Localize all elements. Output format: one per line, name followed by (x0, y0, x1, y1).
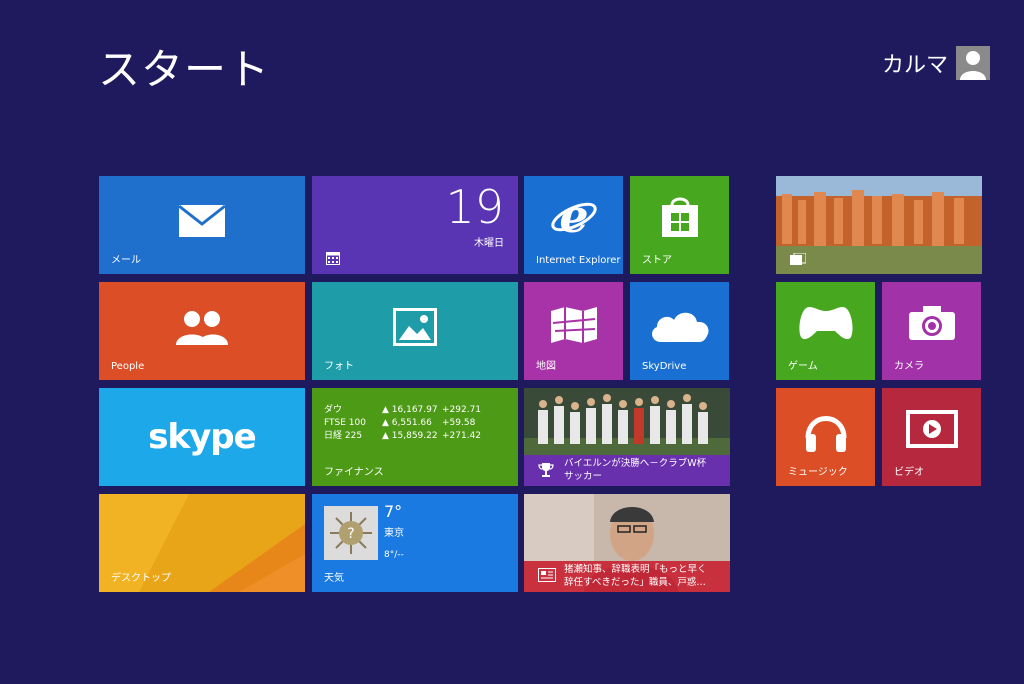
tile-people[interactable]: People (99, 282, 305, 380)
tile-calendar[interactable]: 19 木曜日 (312, 176, 518, 274)
store-bag-icon (661, 197, 698, 238)
tile-store[interactable]: ストア (630, 176, 729, 274)
picture-icon (393, 308, 437, 347)
calendar-icon (326, 252, 340, 265)
user-name: カルマ (881, 53, 948, 78)
tile-photo[interactable]: フォト (312, 282, 518, 380)
sports-headline-band: バイエルンが決勝へ－クラブW杯 サッカー (524, 455, 730, 486)
photos-icon (790, 253, 806, 265)
trophy-icon (538, 463, 554, 477)
sports-headline-line: バイエルンが決勝へ－クラブW杯 (564, 458, 707, 469)
news-headline-line: 猪瀬知事、辞職表明「もっと早く (564, 564, 707, 575)
weather-city: 東京 (384, 528, 404, 539)
finance-index-change: +59.58 (442, 418, 476, 428)
ie-logo: e (550, 194, 597, 240)
tile-weather[interactable]: ? 7° 東京 8°/-- 天気 (312, 494, 518, 592)
tile-map[interactable]: 地図 (524, 282, 623, 380)
finance-table: ダウ ▲ 16,167.97 +292.71 FTSE 100 ▲ 6,551.… (324, 404, 481, 443)
headphones-icon (805, 416, 846, 453)
finance-row: ダウ ▲ 16,167.97 +292.71 (324, 404, 481, 417)
calendar-day: 19 (445, 180, 504, 234)
weather-temperature: 7° (384, 502, 403, 521)
finance-index-change: +271.42 (442, 431, 482, 441)
finance-index-change: +292.71 (442, 405, 482, 415)
page-title: スタート (98, 45, 271, 94)
finance-index-name: ダウ (324, 405, 343, 415)
news-headline: 猪瀬知事、辞職表明「もっと早く 辞任すべきだった」職員、戸惑… (564, 564, 724, 589)
tile-internet-explorer[interactable]: e Internet Explorer (524, 176, 623, 274)
tile-skype[interactable]: skype (99, 388, 305, 486)
tile-label: ストア (642, 255, 672, 266)
tile-finance[interactable]: ダウ ▲ 16,167.97 +292.71 FTSE 100 ▲ 6,551.… (312, 388, 518, 486)
people-icon (176, 311, 228, 346)
svg-text:e: e (559, 194, 588, 240)
tile-sports[interactable]: バイエルンが決勝へ－クラブW杯 サッカー (524, 388, 730, 486)
map-icon (550, 307, 597, 344)
tile-camera[interactable]: カメラ (882, 282, 981, 380)
tile-label: デスクトップ (111, 573, 171, 584)
finance-index-value: ▲ 15,859.22 (382, 431, 438, 441)
sports-headline: バイエルンが決勝へ－クラブW杯 サッカー (564, 458, 724, 483)
tile-label: Internet Explorer (536, 255, 621, 266)
tile-video[interactable]: ビデオ (882, 388, 981, 486)
tile-skydrive[interactable]: SkyDrive (630, 282, 729, 380)
weather-condition-image: ? (324, 506, 378, 560)
svg-text:?: ? (347, 526, 354, 542)
tile-news[interactable]: 猪瀬知事、辞職表明「もっと早く 辞任すべきだった」職員、戸惑… (524, 494, 730, 592)
finance-index-name: FTSE 100 (324, 418, 366, 428)
gamepad-icon (798, 307, 853, 340)
cloud-icon (651, 312, 709, 343)
weather-sun-icon: ? (324, 506, 378, 560)
tile-game[interactable]: ゲーム (776, 282, 875, 380)
tile-desktop[interactable]: デスクトップ (99, 494, 305, 592)
tile-label: 天気 (324, 573, 344, 584)
canyon-photo (776, 176, 982, 274)
finance-row: FTSE 100 ▲ 6,551.66 +59.58 (324, 417, 481, 430)
tile-label: 地図 (536, 361, 556, 372)
finance-index-name: 日経 225 (324, 431, 363, 441)
tile-label: ビデオ (894, 467, 924, 478)
weather-range: 8°/-- (384, 550, 404, 560)
tile-mail[interactable]: メール (99, 176, 305, 274)
newspaper-icon (538, 568, 556, 582)
news-headline-line: 辞任すべきだった」職員、戸惑… (564, 576, 706, 588)
tile-label: ゲーム (788, 361, 818, 372)
user-avatar-icon (956, 46, 990, 80)
camera-icon (908, 306, 955, 341)
calendar-weekday: 木曜日 (474, 238, 504, 249)
tile-label: ファイナンス (324, 467, 384, 478)
finance-index-value: ▲ 16,167.97 (382, 405, 438, 415)
tile-label: フォト (324, 361, 354, 372)
news-headline-band: 猪瀬知事、辞職表明「もっと早く 辞任すべきだった」職員、戸惑… (524, 561, 730, 592)
sports-headline-category: サッカー (564, 470, 603, 482)
skype-logo-text: skype (148, 417, 256, 457)
envelope-icon (178, 204, 226, 238)
skype-logo: skype (148, 417, 256, 457)
tile-music[interactable]: ミュージック (776, 388, 875, 486)
finance-index-value: ▲ 6,551.66 (382, 418, 432, 428)
video-play-icon (905, 410, 958, 449)
tile-label: People (111, 361, 145, 372)
tile-label: ミュージック (788, 467, 848, 478)
tile-label: カメラ (894, 361, 924, 372)
tile-photos-live[interactable] (776, 176, 982, 274)
finance-row: 日経 225 ▲ 15,859.22 +271.42 (324, 430, 481, 443)
tile-label: SkyDrive (642, 361, 687, 372)
tile-label: メール (111, 255, 141, 266)
user-account[interactable]: カルマ (882, 46, 990, 80)
